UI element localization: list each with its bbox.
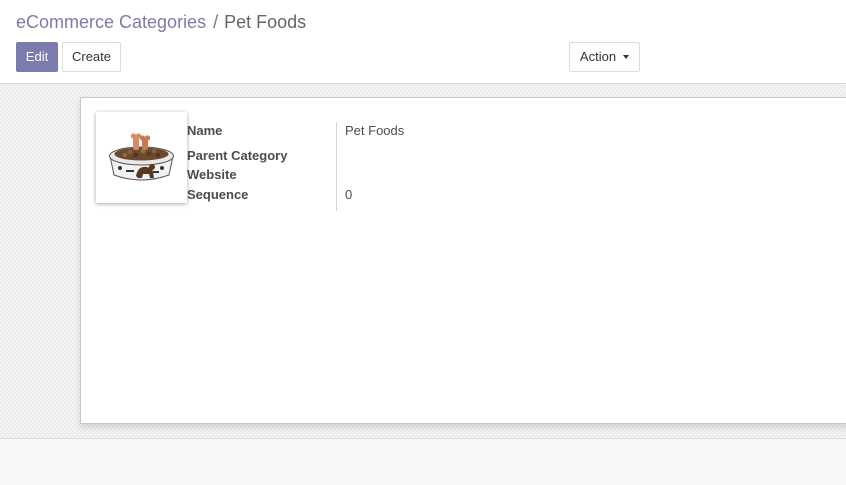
category-image[interactable]	[96, 112, 187, 203]
field-separator-line	[336, 122, 337, 211]
website-label: Website	[187, 167, 237, 182]
name-value: Pet Foods	[345, 123, 405, 138]
name-label: Name	[187, 123, 223, 138]
footer-area	[0, 439, 846, 485]
edit-button[interactable]: Edit	[16, 42, 58, 72]
breadcrumb: eCommerce Categories / Pet Foods	[16, 11, 306, 33]
breadcrumb-parent-link[interactable]: eCommerce Categories	[16, 12, 206, 32]
create-button[interactable]: Create	[62, 42, 121, 72]
caret-down-icon	[623, 54, 630, 59]
control-panel: eCommerce Categories / Pet Foods Edit Crea…	[0, 0, 846, 84]
breadcrumb-current: Pet Foods	[224, 12, 307, 32]
parent-category-label: Parent Category	[187, 148, 288, 163]
action-button-label: Action	[579, 49, 617, 64]
sequence-value: 0	[345, 187, 353, 202]
pet-food-bowl-icon	[109, 133, 174, 181]
sequence-label: Sequence	[187, 187, 249, 202]
form-sheet	[80, 97, 846, 424]
breadcrumb-separator: /	[213, 12, 219, 32]
action-dropdown-button[interactable]: Action	[569, 42, 640, 72]
